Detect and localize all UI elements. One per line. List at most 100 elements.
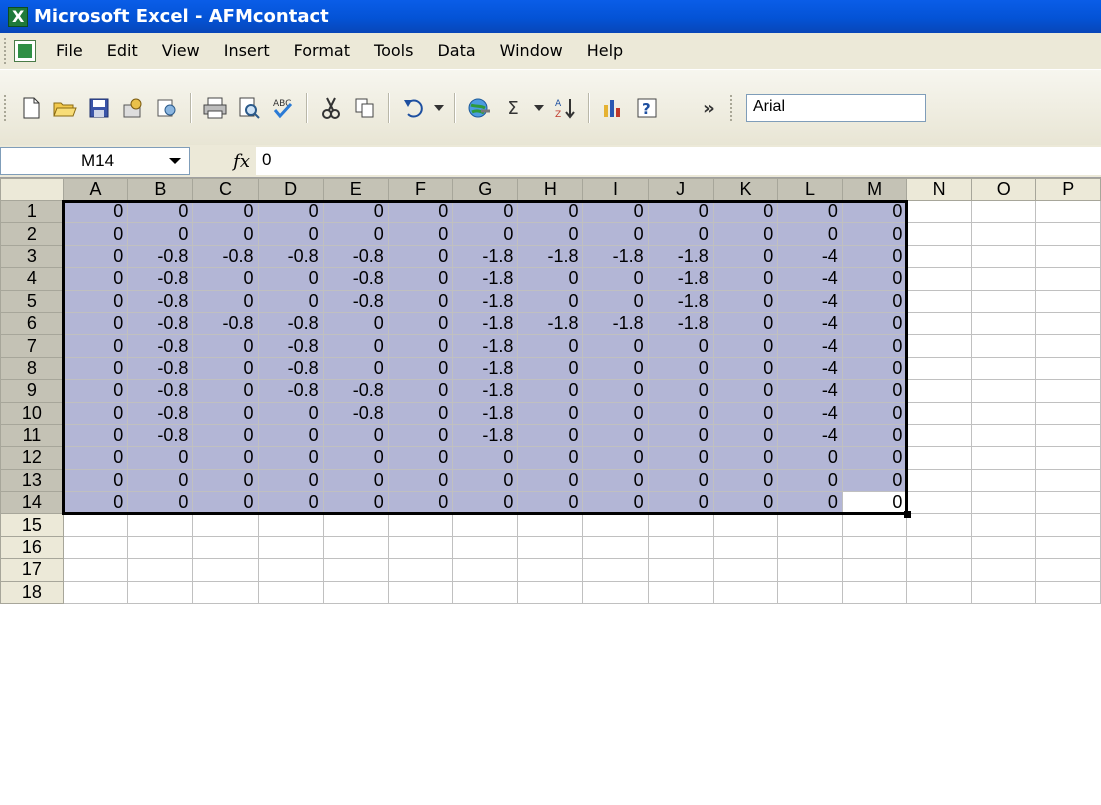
undo-dropdown-icon[interactable]: [432, 93, 446, 123]
cell-m12[interactable]: 0: [841, 446, 908, 470]
cell-d3[interactable]: -0.8: [257, 244, 324, 269]
cell-b6[interactable]: -0.8: [127, 311, 194, 336]
cell-o13[interactable]: [970, 468, 1037, 493]
cell-b17[interactable]: [127, 558, 194, 582]
cell-o1[interactable]: [970, 199, 1037, 224]
print-preview-icon[interactable]: [234, 93, 264, 123]
cell-o18[interactable]: [970, 580, 1037, 605]
print-icon[interactable]: [200, 93, 230, 123]
cell-m3[interactable]: 0: [841, 244, 908, 269]
row-header-6[interactable]: 6: [0, 311, 64, 336]
row-header-8[interactable]: 8: [0, 356, 64, 381]
cell-a17[interactable]: [62, 558, 129, 582]
cell-o4[interactable]: [970, 267, 1037, 291]
cell-m14[interactable]: 0: [841, 491, 908, 515]
cell-n13[interactable]: [906, 468, 972, 493]
cell-k14[interactable]: 0: [712, 491, 779, 515]
cell-e1[interactable]: 0: [322, 199, 389, 224]
menu-data[interactable]: Data: [425, 37, 487, 65]
cell-k11[interactable]: 0: [712, 423, 779, 448]
column-header-g[interactable]: G: [452, 178, 519, 201]
column-header-f[interactable]: F: [387, 178, 454, 201]
undo-icon[interactable]: [398, 93, 428, 123]
cell-l18[interactable]: [777, 580, 843, 605]
cell-f9[interactable]: 0: [387, 379, 454, 403]
cell-l4[interactable]: -4: [777, 267, 843, 291]
cell-c17[interactable]: [192, 558, 259, 582]
fill-handle[interactable]: [903, 510, 911, 518]
hyperlink-icon[interactable]: [464, 93, 494, 123]
cell-d13[interactable]: 0: [257, 468, 324, 493]
cell-f4[interactable]: 0: [387, 267, 454, 291]
cell-b8[interactable]: -0.8: [127, 356, 194, 381]
cell-f3[interactable]: 0: [387, 244, 454, 269]
cell-e10[interactable]: -0.8: [322, 401, 389, 425]
cell-a1[interactable]: 0: [62, 199, 129, 224]
cell-e12[interactable]: 0: [322, 446, 389, 470]
cell-h13[interactable]: 0: [517, 468, 584, 493]
cell-m17[interactable]: [841, 558, 908, 582]
cell-f14[interactable]: 0: [387, 491, 454, 515]
cell-f7[interactable]: 0: [387, 334, 454, 358]
open-icon[interactable]: [50, 93, 80, 123]
cell-m4[interactable]: 0: [841, 267, 908, 291]
cell-c13[interactable]: 0: [192, 468, 259, 493]
row-header-15[interactable]: 15: [0, 513, 64, 537]
name-box-dropdown-icon[interactable]: [169, 157, 181, 165]
cell-i7[interactable]: 0: [582, 334, 649, 358]
column-header-d[interactable]: D: [257, 178, 324, 201]
cell-n2[interactable]: [906, 222, 972, 246]
cell-j10[interactable]: 0: [647, 401, 714, 425]
permission-icon[interactable]: [118, 93, 148, 123]
cell-c11[interactable]: 0: [192, 423, 259, 448]
column-header-e[interactable]: E: [322, 178, 389, 201]
cell-p13[interactable]: [1035, 468, 1101, 493]
cell-e6[interactable]: 0: [322, 311, 389, 336]
cell-k7[interactable]: 0: [712, 334, 779, 358]
cell-g10[interactable]: -1.8: [452, 401, 519, 425]
cell-j13[interactable]: 0: [647, 468, 714, 493]
cell-p12[interactable]: [1035, 446, 1101, 470]
cell-d4[interactable]: 0: [257, 267, 324, 291]
column-header-n[interactable]: N: [906, 178, 972, 201]
cell-l3[interactable]: -4: [777, 244, 843, 269]
cell-e13[interactable]: 0: [322, 468, 389, 493]
cell-a3[interactable]: 0: [62, 244, 129, 269]
cell-c5[interactable]: 0: [192, 289, 259, 313]
column-header-c[interactable]: C: [192, 178, 259, 201]
cell-p17[interactable]: [1035, 558, 1101, 582]
formula-input[interactable]: 0: [256, 147, 1101, 175]
cell-p4[interactable]: [1035, 267, 1101, 291]
cell-a9[interactable]: 0: [62, 379, 129, 403]
cell-j9[interactable]: 0: [647, 379, 714, 403]
cell-m1[interactable]: 0: [841, 199, 908, 224]
cell-j17[interactable]: [647, 558, 714, 582]
autosum-icon[interactable]: Σ: [498, 93, 528, 123]
cell-d8[interactable]: -0.8: [257, 356, 324, 381]
cell-p9[interactable]: [1035, 379, 1101, 403]
column-header-m[interactable]: M: [841, 178, 908, 201]
cell-i15[interactable]: [582, 513, 649, 537]
cell-d12[interactable]: 0: [257, 446, 324, 470]
cell-p16[interactable]: [1035, 535, 1101, 560]
formatting-toolbar-grip[interactable]: [730, 95, 736, 121]
cell-e14[interactable]: 0: [322, 491, 389, 515]
cell-i13[interactable]: 0: [582, 468, 649, 493]
cell-d9[interactable]: -0.8: [257, 379, 324, 403]
cell-h2[interactable]: 0: [517, 222, 584, 246]
cell-e8[interactable]: 0: [322, 356, 389, 381]
cell-h5[interactable]: 0: [517, 289, 584, 313]
cell-j1[interactable]: 0: [647, 199, 714, 224]
cell-k17[interactable]: [712, 558, 779, 582]
cell-d10[interactable]: 0: [257, 401, 324, 425]
cell-e9[interactable]: -0.8: [322, 379, 389, 403]
cell-o7[interactable]: [970, 334, 1037, 358]
name-box[interactable]: M14: [0, 147, 190, 175]
cell-a11[interactable]: 0: [62, 423, 129, 448]
row-header-14[interactable]: 14: [0, 491, 64, 515]
cell-d2[interactable]: 0: [257, 222, 324, 246]
cell-b7[interactable]: -0.8: [127, 334, 194, 358]
cell-d11[interactable]: 0: [257, 423, 324, 448]
cell-c12[interactable]: 0: [192, 446, 259, 470]
row-header-5[interactable]: 5: [0, 289, 64, 313]
